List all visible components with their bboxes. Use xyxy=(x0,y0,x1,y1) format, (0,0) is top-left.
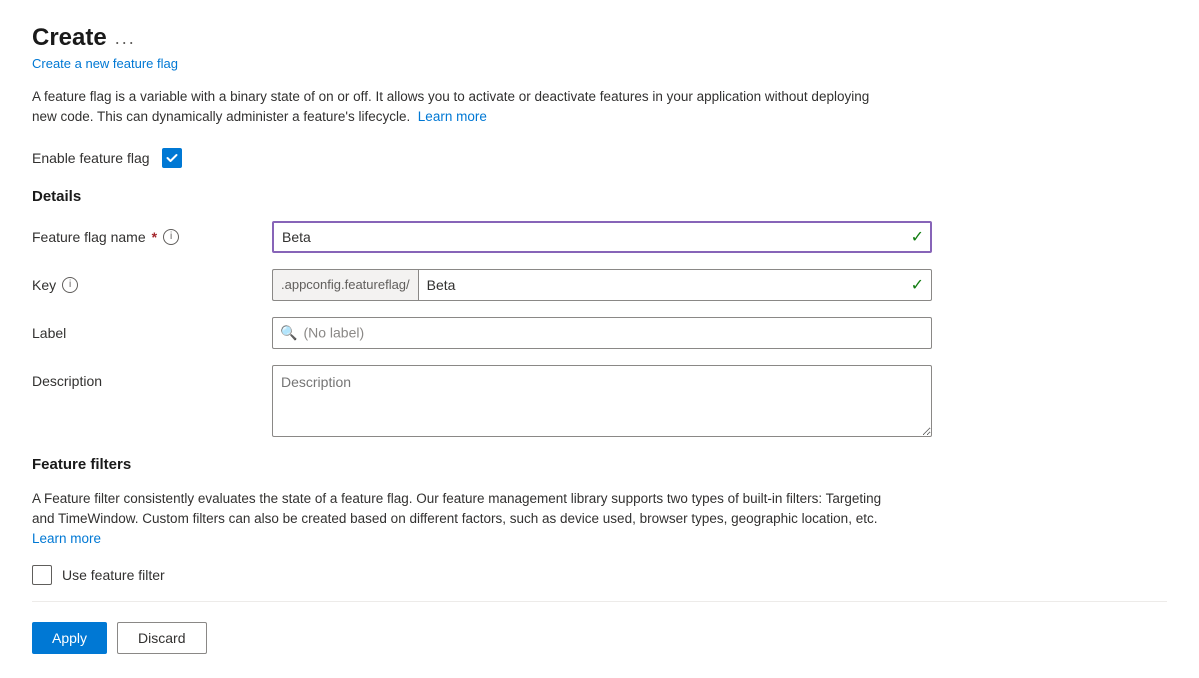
key-prefix: .appconfig.featureflag/ xyxy=(272,269,418,301)
page-title: Create ... xyxy=(32,24,1167,52)
description-text: A feature flag is a variable with a bina… xyxy=(32,87,892,128)
key-label: Key i xyxy=(32,277,272,293)
title-ellipsis: ... xyxy=(115,28,136,49)
description-input[interactable] xyxy=(272,365,932,437)
label-input-wrapper: 🔍 (No label) xyxy=(272,317,932,349)
feature-flag-name-input[interactable] xyxy=(272,221,932,253)
learn-more-link-description[interactable]: Learn more xyxy=(414,109,487,124)
use-feature-filter-checkbox[interactable] xyxy=(32,565,52,585)
enable-feature-flag-checkbox[interactable] xyxy=(162,148,182,168)
discard-button[interactable]: Discard xyxy=(117,622,206,654)
description-field-label: Description xyxy=(32,365,272,389)
required-asterisk: * xyxy=(152,229,157,245)
action-bar: Apply Discard xyxy=(32,618,1167,654)
label-input[interactable] xyxy=(272,317,932,349)
key-valid-icon: ✓ xyxy=(911,275,924,295)
enable-feature-flag-label: Enable feature flag xyxy=(32,150,150,166)
feature-flag-name-info-icon[interactable]: i xyxy=(163,229,179,245)
use-feature-filter-label: Use feature filter xyxy=(62,567,165,583)
subtitle-link[interactable]: Create a new feature flag xyxy=(32,56,1167,71)
feature-flag-name-label: Feature flag name * i xyxy=(32,229,272,245)
feature-flag-name-input-wrapper: ✓ xyxy=(272,221,932,253)
details-section-title: Details xyxy=(32,188,1167,205)
key-input[interactable] xyxy=(418,269,932,301)
key-info-icon[interactable]: i xyxy=(62,277,78,293)
feature-filters-description: A Feature filter consistently evaluates … xyxy=(32,489,892,550)
key-input-wrapper: .appconfig.featureflag/ ✓ xyxy=(272,269,932,301)
feature-flag-name-valid-icon: ✓ xyxy=(911,227,924,247)
feature-filters-section-title: Feature filters xyxy=(32,456,1167,473)
learn-more-link-filters[interactable]: Learn more xyxy=(32,531,101,546)
label-field-label: Label xyxy=(32,325,272,341)
bottom-divider xyxy=(32,601,1167,602)
description-input-wrapper xyxy=(272,365,932,440)
apply-button[interactable]: Apply xyxy=(32,622,107,654)
